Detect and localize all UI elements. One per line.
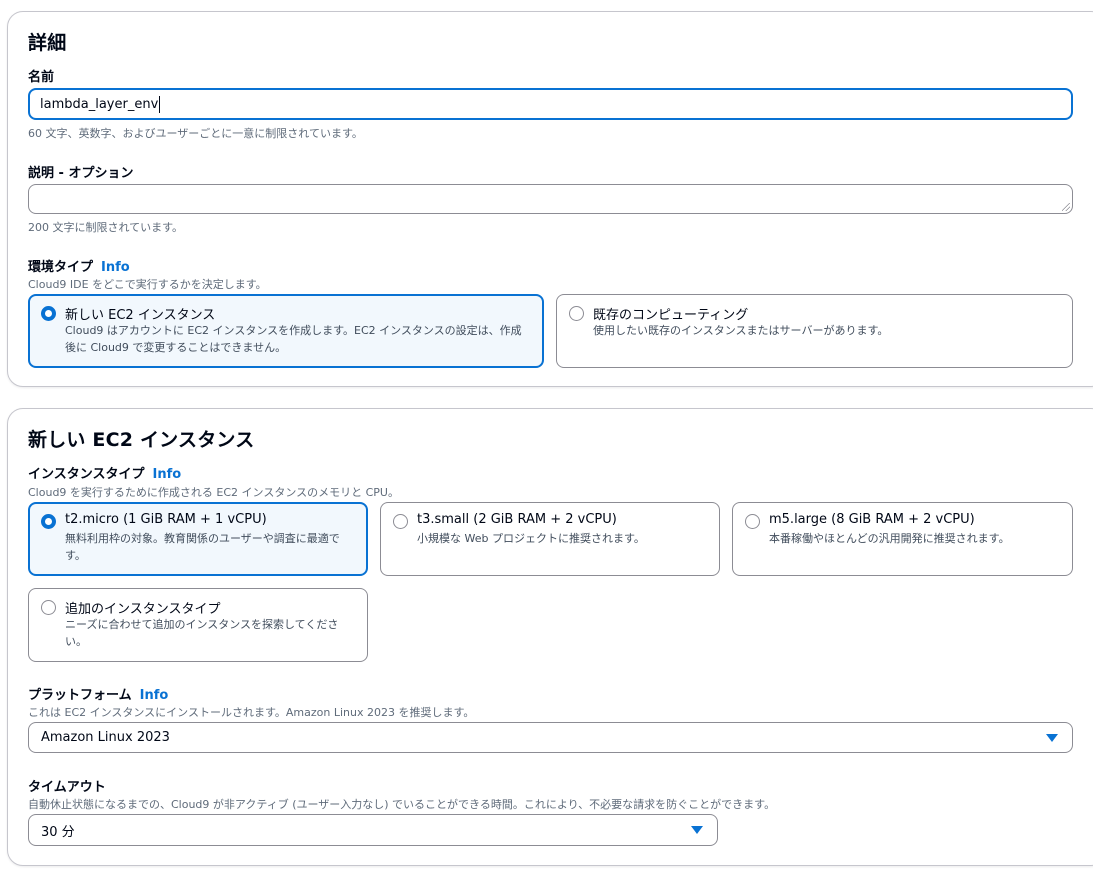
instance-option-desc: 本番稼働やほとんどの汎用開発に推奨されます。 — [769, 532, 1010, 545]
instance-type-hint: Cloud9 を実行するために作成される EC2 インスタンスのメモリと CPU… — [28, 486, 399, 499]
env-option-title: 新しい EC2 インスタンス — [65, 308, 216, 323]
description-textarea[interactable] — [28, 184, 1073, 214]
details-heading: 詳細 — [28, 32, 67, 54]
radio-unchecked-icon[interactable] — [41, 600, 56, 615]
description-hint: 200 文字に制限されています。 — [28, 221, 184, 234]
instance-option-title: t3.small (2 GiB RAM + 2 vCPU) — [417, 512, 617, 527]
instance-option-t2-micro[interactable]: t2.micro (1 GiB RAM + 1 vCPU) 無料利用枠の対象。教… — [28, 502, 368, 576]
timeout-select[interactable]: 30 分 — [28, 814, 718, 846]
instance-type-info-link[interactable]: Info — [152, 467, 181, 482]
platform-select-value: Amazon Linux 2023 — [41, 730, 170, 745]
environment-type-info-link[interactable]: Info — [101, 260, 130, 275]
env-option-desc: Cloud9 はアカウントに EC2 インスタンスを作成します。EC2 インスタ… — [65, 324, 522, 354]
radio-checked-icon[interactable] — [41, 306, 56, 321]
platform-label-text: プラットフォーム — [28, 688, 132, 703]
instance-option-desc: ニーズに合わせて追加のインスタンスを探索してください。 — [65, 618, 339, 648]
name-hint: 60 文字、英数字、およびユーザーごとに一意に制限されています。 — [28, 127, 363, 140]
env-option-title: 既存のコンピューティング — [593, 308, 749, 323]
instance-option-additional[interactable]: 追加のインスタンスタイプ ニーズに合わせて追加のインスタンスを探索してください。 — [28, 588, 368, 662]
instance-option-desc: 無料利用枠の対象。教育関係のユーザーや調査に最適です。 — [65, 532, 340, 562]
text-caret — [159, 95, 161, 113]
platform-hint: これは EC2 インスタンスにインストールされます。Amazon Linux 2… — [28, 706, 475, 719]
radio-unchecked-icon[interactable] — [745, 514, 760, 529]
ec2-heading: 新しい EC2 インスタンス — [28, 429, 255, 451]
timeout-select-value: 30 分 — [41, 824, 75, 840]
instance-option-title: m5.large (8 GiB RAM + 2 vCPU) — [769, 512, 975, 527]
caret-down-icon — [691, 826, 703, 834]
platform-select[interactable]: Amazon Linux 2023 — [28, 722, 1073, 753]
platform-info-link[interactable]: Info — [140, 688, 169, 703]
name-input-value: lambda_layer_env — [40, 96, 159, 112]
caret-down-icon — [1046, 733, 1058, 742]
environment-type-hint: Cloud9 IDE をどこで実行するかを決定します。 — [28, 278, 267, 291]
description-label: 説明 - オプション — [28, 166, 134, 181]
instance-type-label-text: インスタンスタイプ — [28, 467, 145, 482]
name-label: 名前 — [28, 70, 55, 85]
timeout-label: タイムアウト — [28, 780, 106, 795]
instance-option-t3-small[interactable]: t3.small (2 GiB RAM + 2 vCPU) 小規模な Web プ… — [380, 502, 720, 576]
environment-type-label: 環境タイプ Info — [28, 256, 130, 275]
instance-option-desc: 小規模な Web プロジェクトに推奨されます。 — [417, 532, 645, 545]
timeout-hint: 自動休止状態になるまでの、Cloud9 が非アクティブ (ユーザー入力なし) で… — [28, 798, 776, 811]
radio-unchecked-icon[interactable] — [569, 306, 584, 321]
radio-checked-icon[interactable] — [41, 514, 56, 529]
instance-type-label: インスタンスタイプ Info — [28, 463, 181, 482]
name-input[interactable]: lambda_layer_env — [28, 88, 1073, 120]
instance-option-m5-large[interactable]: m5.large (8 GiB RAM + 2 vCPU) 本番稼働やほとんどの… — [732, 502, 1073, 576]
env-option-existing-compute[interactable]: 既存のコンピューティング 使用したい既存のインスタンスまたはサーバーがあります。 — [556, 294, 1073, 368]
resize-grip-icon[interactable] — [1062, 203, 1070, 211]
radio-unchecked-icon[interactable] — [393, 514, 408, 529]
env-option-desc: 使用したい既存のインスタンスまたはサーバーがあります。 — [593, 324, 889, 337]
platform-label: プラットフォーム Info — [28, 684, 168, 703]
environment-type-label-text: 環境タイプ — [28, 260, 94, 275]
instance-option-title: 追加のインスタンスタイプ — [65, 602, 221, 617]
instance-option-title: t2.micro (1 GiB RAM + 1 vCPU) — [65, 512, 267, 527]
env-option-new-ec2[interactable]: 新しい EC2 インスタンス Cloud9 はアカウントに EC2 インスタンス… — [28, 294, 544, 368]
